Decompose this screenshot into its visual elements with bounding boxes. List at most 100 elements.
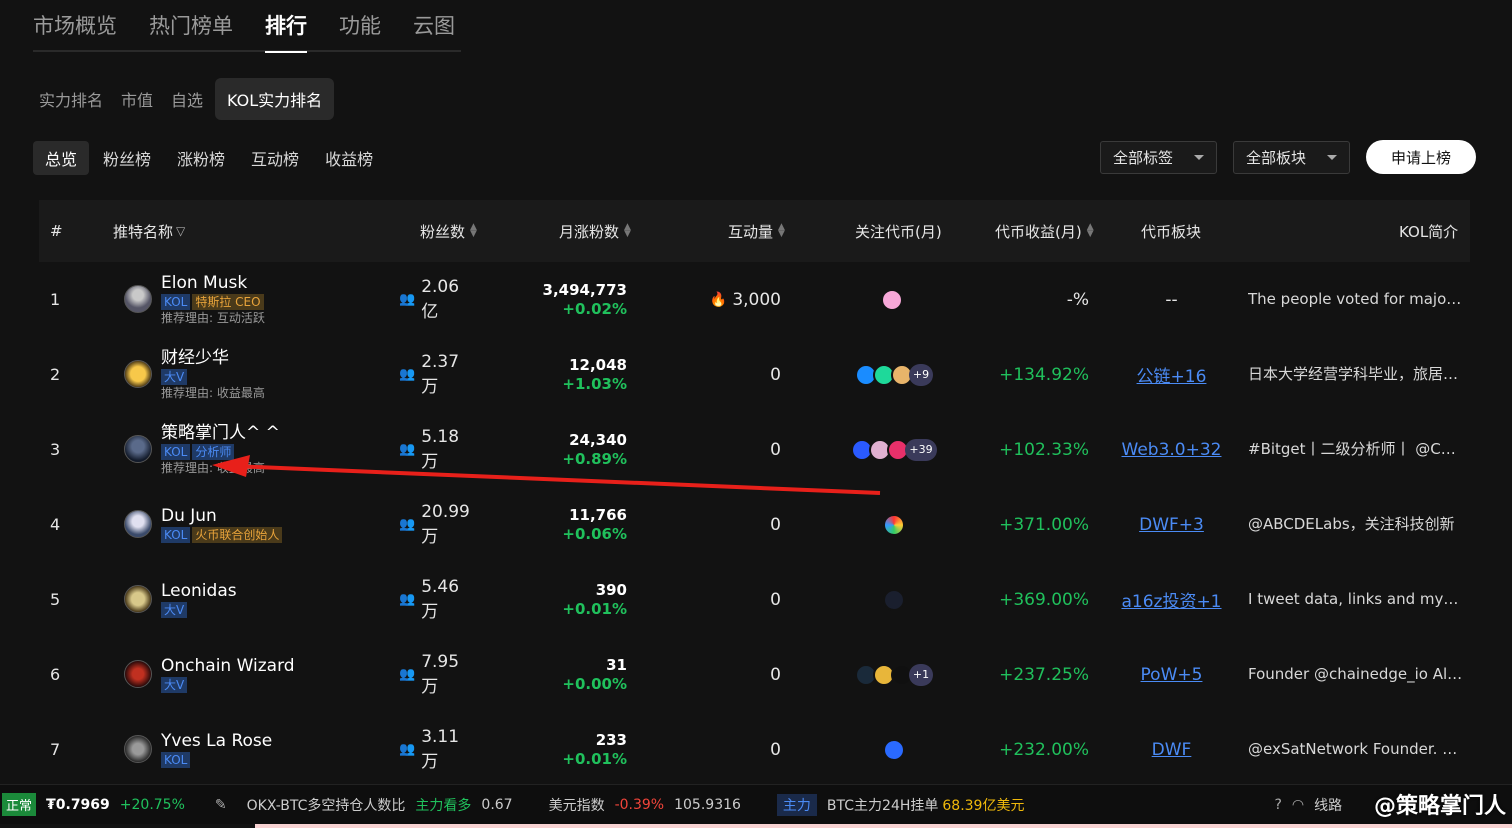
growth-number: 233 [595, 730, 627, 749]
sector-link[interactable]: a16z投资+1 [1114, 562, 1229, 637]
help-icon[interactable]: ? [1274, 797, 1281, 813]
sort-icon[interactable]: ▲ ▼ [470, 223, 478, 239]
header-interact[interactable]: 互动量 ▲ ▼ [728, 200, 786, 262]
header-growth[interactable]: 月涨粉数 ▲ ▼ [559, 200, 632, 262]
profit-value: -% [1066, 289, 1089, 310]
table-row[interactable]: 1 Elon Musk KOL 特斯拉 CEO 推荐理由: 互动活跃 👥 2.06亿… [39, 262, 1470, 337]
watermark: @策略掌门人 [1373, 794, 1506, 819]
table-row[interactable]: 3 策略掌门人^ ^ KOL 分析师 推荐理由: 收益最高 👥 5.18万 24,3… [39, 412, 1470, 487]
coin-icon[interactable] [883, 588, 905, 611]
bigv-tag: 大V [161, 602, 188, 618]
header-name[interactable]: 推特名称 ▽ [113, 200, 185, 262]
okx-signal: 主力看多 [415, 797, 472, 814]
coin-list[interactable] [839, 487, 949, 562]
ticker-price: ₮0.7969 [46, 796, 110, 813]
growth-cell: 11,766 +0.06% [539, 487, 627, 562]
divider [255, 824, 1512, 828]
table-header: # 推特名称 ▽ 粉丝数 ▲ ▼ 月涨粉数 ▲ ▼ 互动量 ▲ ▼ 关注代币(月) 代币收益(… [39, 200, 1470, 262]
growth-cell: 24,340 +0.89% [539, 412, 627, 487]
rank-type-tabs: 总览 粉丝榜 涨粉榜 互动榜 收益榜 [33, 141, 385, 175]
table-row[interactable]: 5 Leonidas 大V 👥 5.46万 390 +0.01% 0 +369.00… [39, 562, 1470, 637]
table-row[interactable]: 7 Yves La Rose KOL 👥 3.11万 233 +0.01% 0 +2… [39, 712, 1470, 787]
sector-link[interactable]: Web3.0+32 [1114, 412, 1229, 487]
tab-features[interactable]: 功能 [339, 0, 381, 51]
avatar[interactable] [124, 735, 152, 763]
more-coins-badge[interactable]: +39 [905, 438, 937, 461]
header-name-label: 推特名称 [113, 222, 174, 241]
sub-nav: 实力排名 市值 自选 KOL实力排名 [33, 78, 335, 120]
header-profit-label: 代币收益(月) [995, 222, 1082, 241]
tag-filter-select[interactable]: 全部标签 [1100, 140, 1217, 174]
sector-link[interactable]: DWF+3 [1114, 487, 1229, 562]
follower-count: 👥 5.18万 [399, 412, 473, 487]
sector-link[interactable]: 公链+16 [1114, 337, 1229, 412]
kol-intro: Founder @chainedge_io Alpha [1248, 665, 1463, 683]
tab-hot-list[interactable]: 热门榜单 [149, 0, 233, 51]
avatar[interactable] [124, 585, 152, 613]
avatar[interactable] [124, 510, 152, 538]
more-coins-badge[interactable]: +1 [908, 663, 934, 686]
avatar[interactable] [124, 435, 152, 463]
line-label[interactable]: 线路 [1314, 795, 1342, 815]
sector-link[interactable]: PoW+5 [1114, 637, 1229, 712]
coin-list[interactable]: +1 [839, 637, 949, 712]
tab-cloud-map[interactable]: 云图 [413, 0, 455, 51]
tab-market-overview[interactable]: 市场概览 [33, 0, 117, 51]
sort-icon[interactable]: ▲ ▼ [778, 223, 786, 239]
tab-ranking[interactable]: 排行 [265, 0, 307, 53]
coin-list[interactable] [839, 262, 949, 337]
coin-icon[interactable] [881, 288, 903, 311]
subtab-watchlist[interactable]: 自选 [165, 78, 209, 120]
filter-icon[interactable]: ▽ [176, 224, 185, 238]
sort-icon[interactable]: ▲ ▼ [1087, 223, 1095, 239]
sort-icon[interactable]: ▲ ▼ [624, 223, 632, 239]
coin-list[interactable] [839, 562, 949, 637]
apply-listing-button[interactable]: 申请上榜 [1366, 140, 1476, 174]
kol-name[interactable]: Leonidas [161, 581, 237, 601]
rank-number: 7 [50, 740, 61, 759]
table-row[interactable]: 2 财经少华 大V 推荐理由: 收益最高 👥 2.37万 12,048 +1.03%… [39, 337, 1470, 412]
okx-label: OKX-BTC多空持仓人数比 [246, 797, 406, 814]
edit-icon[interactable]: ✎ [215, 797, 227, 813]
coin-icon[interactable] [883, 513, 905, 536]
header-followers[interactable]: 粉丝数 ▲ ▼ [420, 200, 478, 262]
kol-name[interactable]: Yves La Rose [161, 731, 272, 751]
rank-tab-interaction[interactable]: 互动榜 [239, 141, 311, 175]
user-icon: 👥 [399, 367, 416, 382]
subtab-kol-rank[interactable]: KOL实力排名 [215, 78, 335, 120]
avatar[interactable] [124, 285, 152, 313]
growth-number: 24,340 [569, 430, 627, 449]
growth-percent: +0.89% [562, 449, 627, 468]
subtab-strength-rank[interactable]: 实力排名 [33, 78, 109, 120]
kol-name[interactable]: Du Jun [161, 506, 217, 526]
kol-name[interactable]: Elon Musk [161, 273, 247, 293]
avatar[interactable] [124, 660, 152, 688]
coin-list[interactable] [839, 712, 949, 787]
more-coins-badge[interactable]: +9 [908, 363, 934, 386]
table-row[interactable]: 4 Du Jun KOL 火币联合创始人 👥 20.99万 11,766 +0.06%… [39, 487, 1470, 562]
growth-number: 31 [606, 655, 627, 674]
rank-tab-overview[interactable]: 总览 [33, 141, 90, 175]
sector-filter-select[interactable]: 全部板块 [1233, 140, 1350, 174]
rank-tab-profit[interactable]: 收益榜 [313, 141, 385, 175]
avatar[interactable] [124, 360, 152, 388]
coin-icon[interactable] [883, 738, 905, 761]
sector-link[interactable]: DWF [1114, 712, 1229, 787]
rank-number: 2 [50, 365, 61, 384]
recommend-reason: 推荐理由: 收益最高 [161, 460, 265, 475]
kol-name[interactable]: 财经少华 [161, 348, 229, 368]
subtab-market-cap[interactable]: 市值 [115, 78, 159, 120]
kol-name-block: Yves La Rose KOL [161, 712, 272, 787]
header-profit[interactable]: 代币收益(月) ▲ ▼ [995, 200, 1095, 262]
coin-list[interactable]: +9 [839, 337, 949, 412]
kol-intro: The people voted for major reform [1248, 290, 1463, 308]
table-row[interactable]: 6 Onchain Wizard 大V 👥 7.95万 31 +0.00% 0 +1… [39, 637, 1470, 712]
kol-name[interactable]: Onchain Wizard [161, 656, 295, 676]
rank-tab-follower-growth[interactable]: 涨粉榜 [165, 141, 237, 175]
kol-tag: KOL [161, 752, 191, 768]
usd-index-change: -0.39% [614, 796, 665, 813]
kol-name[interactable]: 策略掌门人^ ^ [161, 423, 280, 443]
coin-list[interactable]: +39 [839, 412, 949, 487]
rank-number: 3 [50, 440, 61, 459]
rank-tab-followers[interactable]: 粉丝榜 [91, 141, 163, 175]
